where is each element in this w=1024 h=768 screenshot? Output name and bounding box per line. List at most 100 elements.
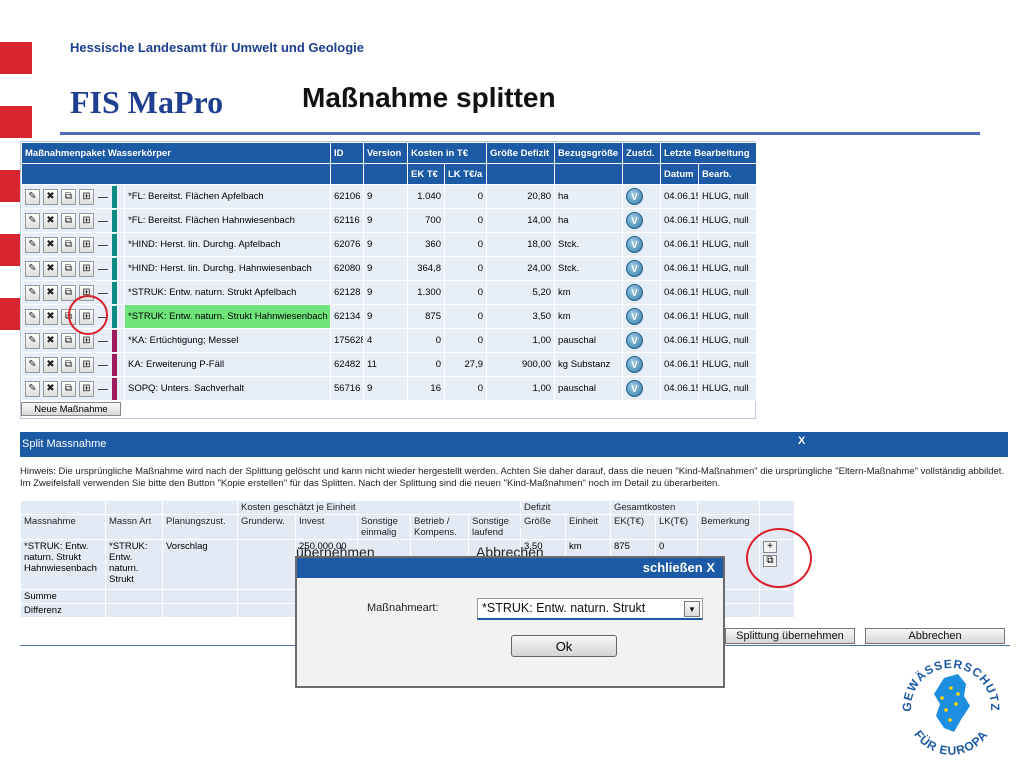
ok-button[interactable]: Ok xyxy=(511,635,617,657)
delete-icon[interactable]: ✖ xyxy=(43,188,58,205)
copy-icon[interactable]: ⧉ xyxy=(61,380,76,397)
delete-icon[interactable]: ✖ xyxy=(43,212,58,229)
status-v-button[interactable]: V xyxy=(626,380,644,397)
collapse-icon[interactable] xyxy=(97,213,109,229)
status-color-bar xyxy=(112,233,117,256)
cell-editor: HLUG, null xyxy=(698,304,758,329)
edit-icon[interactable]: ✎ xyxy=(25,188,40,205)
table-row[interactable]: ✎ ✖ ⧉ ⊞ SOPQ: Unters. Sachverhalt 56716 9 16 0 1,… xyxy=(21,376,758,401)
cell-measure-name[interactable]: SOPQ: Unters. Sachverhalt xyxy=(124,376,331,401)
cell-lk: 0 xyxy=(443,184,488,209)
cancel-split-button[interactable]: Abbrechen xyxy=(865,628,1005,644)
group-kosten: Kosten geschätzt je Einheit xyxy=(237,500,521,515)
apply-split-button[interactable]: Splittung übernehmen xyxy=(725,628,855,644)
header-id[interactable]: ID xyxy=(330,142,364,164)
header-editor[interactable]: Bearb. xyxy=(698,163,758,185)
edit-icon[interactable]: ✎ xyxy=(25,356,40,373)
copy-icon[interactable]: ⧉ xyxy=(61,260,76,277)
status-v-button[interactable]: V xyxy=(626,260,644,277)
delete-icon[interactable]: ✖ xyxy=(43,260,58,277)
header-version[interactable]: Version xyxy=(363,142,408,164)
delete-icon[interactable]: ✖ xyxy=(43,380,58,397)
table-row[interactable]: ✎ ✖ ⧉ ⊞ KA: Erweiterung P-Fäll 62482 11 0 27,9 90… xyxy=(21,352,758,377)
table-row[interactable]: ✎ ✖ ⧉ ⊞ *STRUK: Entw. naturn. Strukt Apfelba… xyxy=(21,280,758,305)
status-v-button[interactable]: V xyxy=(626,284,644,301)
table-row[interactable]: ✎ ✖ ⧉ ⊞ *KA: Ertüchtigung; Messel 175628 4 0 0 1,… xyxy=(21,328,758,353)
copy-icon[interactable]: ⧉ xyxy=(61,356,76,373)
collapse-icon[interactable] xyxy=(97,237,109,253)
edit-icon[interactable]: ✎ xyxy=(25,212,40,229)
collapse-icon[interactable] xyxy=(97,333,109,349)
edit-icon[interactable]: ✎ xyxy=(25,260,40,277)
cell-editor: HLUG, null xyxy=(698,328,758,353)
table-row[interactable]: ✎ ✖ ⧉ ⊞ *HIND: Herst. lin. Durchg. Apfelbach… xyxy=(21,232,758,257)
table-row[interactable]: ✎ ✖ ⧉ ⊞ *FL: Bereitst. Flächen Apfelbach 6210… xyxy=(21,184,758,209)
delete-icon[interactable]: ✖ xyxy=(43,332,58,349)
cell-measure-name[interactable]: *FL: Bereitst. Flächen Hahnwiesenbach xyxy=(124,208,331,233)
chevron-down-icon[interactable]: ▼ xyxy=(684,601,700,617)
split-icon[interactable]: ⊞ xyxy=(79,380,94,397)
status-v-button[interactable]: V xyxy=(626,308,644,325)
svg-text:FÜR EUROPA: FÜR EUROPA xyxy=(911,727,990,757)
cell-measure-name[interactable]: *HIND: Herst. lin. Durchg. Hahnwiesenbac… xyxy=(124,256,331,281)
edit-icon[interactable]: ✎ xyxy=(25,236,40,253)
cell-lk: 0 xyxy=(443,232,488,257)
split-close-button[interactable]: X xyxy=(798,435,805,447)
delete-icon[interactable]: ✖ xyxy=(43,356,58,373)
collapse-icon[interactable] xyxy=(97,261,109,277)
copy-icon[interactable]: ⧉ xyxy=(61,236,76,253)
cell-measure-name[interactable]: *HIND: Herst. lin. Durchg. Apfelbach xyxy=(124,232,331,257)
split-icon[interactable]: ⊞ xyxy=(79,212,94,229)
new-measure-button[interactable]: Neue Maßnahme xyxy=(21,402,121,416)
status-color-bar xyxy=(112,257,117,280)
cell-version: 9 xyxy=(363,208,408,233)
copy-icon[interactable]: ⧉ xyxy=(61,188,76,205)
status-v-button[interactable]: V xyxy=(626,332,644,349)
delete-icon[interactable]: ✖ xyxy=(43,236,58,253)
edit-icon[interactable]: ✎ xyxy=(25,284,40,301)
cell-status: V xyxy=(622,328,662,353)
status-v-button[interactable]: V xyxy=(626,356,644,373)
split-icon[interactable]: ⊞ xyxy=(79,356,94,373)
cell-measure-name[interactable]: KA: Erweiterung P-Fäll xyxy=(124,352,331,377)
edit-icon[interactable]: ✎ xyxy=(25,332,40,349)
header-status[interactable]: Zustd. xyxy=(622,142,662,164)
measure-type-select[interactable]: *STRUK: Entw. naturn. Strukt ▼ xyxy=(477,598,703,620)
status-v-button[interactable]: V xyxy=(626,236,644,253)
header-lk[interactable]: LK T€/a xyxy=(443,163,488,185)
copy-icon[interactable]: ⧉ xyxy=(61,332,76,349)
cell-id: 62106 xyxy=(330,184,364,209)
table-row[interactable]: ✎ ✖ ⧉ ⊞ *FL: Bereitst. Flächen Hahnwiesenbac… xyxy=(21,208,758,233)
status-v-button[interactable]: V xyxy=(626,188,644,205)
header-date[interactable]: Datum xyxy=(660,163,700,185)
cell-massn-art[interactable]: *STRUK: Entw. naturn. Strukt xyxy=(105,539,163,590)
split-icon[interactable]: ⊞ xyxy=(79,236,94,253)
dialog-close-button[interactable]: schließen X xyxy=(297,558,723,578)
delete-icon[interactable]: ✖ xyxy=(43,284,58,301)
copy-icon[interactable]: ⧉ xyxy=(61,284,76,301)
header-ek[interactable]: EK T€ xyxy=(407,163,445,185)
cell-measure-name[interactable]: *STRUK: Entw. naturn. Strukt Apfelbach xyxy=(124,280,331,305)
cell-editor: HLUG, null xyxy=(698,208,758,233)
table-row[interactable]: ✎ ✖ ⧉ ⊞ *STRUK: Entw. naturn. Strukt Hahnwie… xyxy=(21,304,758,329)
cell-grunderw[interactable] xyxy=(237,539,296,590)
header-deficit[interactable]: Größe Defizit xyxy=(486,142,556,164)
cell-planung[interactable]: Vorschlag xyxy=(162,539,238,590)
table-row[interactable]: ✎ ✖ ⧉ ⊞ *HIND: Herst. lin. Durchg. Hahnwiese… xyxy=(21,256,758,281)
header-ref[interactable]: Bezugsgröße xyxy=(554,142,624,164)
cell-measure-name[interactable]: *STRUK: Entw. naturn. Strukt Hahnwiesenb… xyxy=(124,304,331,329)
collapse-icon[interactable] xyxy=(97,357,109,373)
edit-icon[interactable]: ✎ xyxy=(25,308,40,325)
copy-icon[interactable]: ⧉ xyxy=(61,212,76,229)
delete-icon[interactable]: ✖ xyxy=(43,308,58,325)
collapse-icon[interactable] xyxy=(97,381,109,397)
cell-measure-name[interactable]: *FL: Bereitst. Flächen Apfelbach xyxy=(124,184,331,209)
status-v-button[interactable]: V xyxy=(626,212,644,229)
differenz-label: Differenz xyxy=(20,603,106,618)
split-icon[interactable]: ⊞ xyxy=(79,188,94,205)
cell-measure-name[interactable]: *KA: Ertüchtigung; Messel xyxy=(124,328,331,353)
cell-ek: 16 xyxy=(407,376,445,401)
edit-icon[interactable]: ✎ xyxy=(25,380,40,397)
collapse-icon[interactable] xyxy=(97,189,109,205)
split-icon[interactable]: ⊞ xyxy=(79,260,94,277)
